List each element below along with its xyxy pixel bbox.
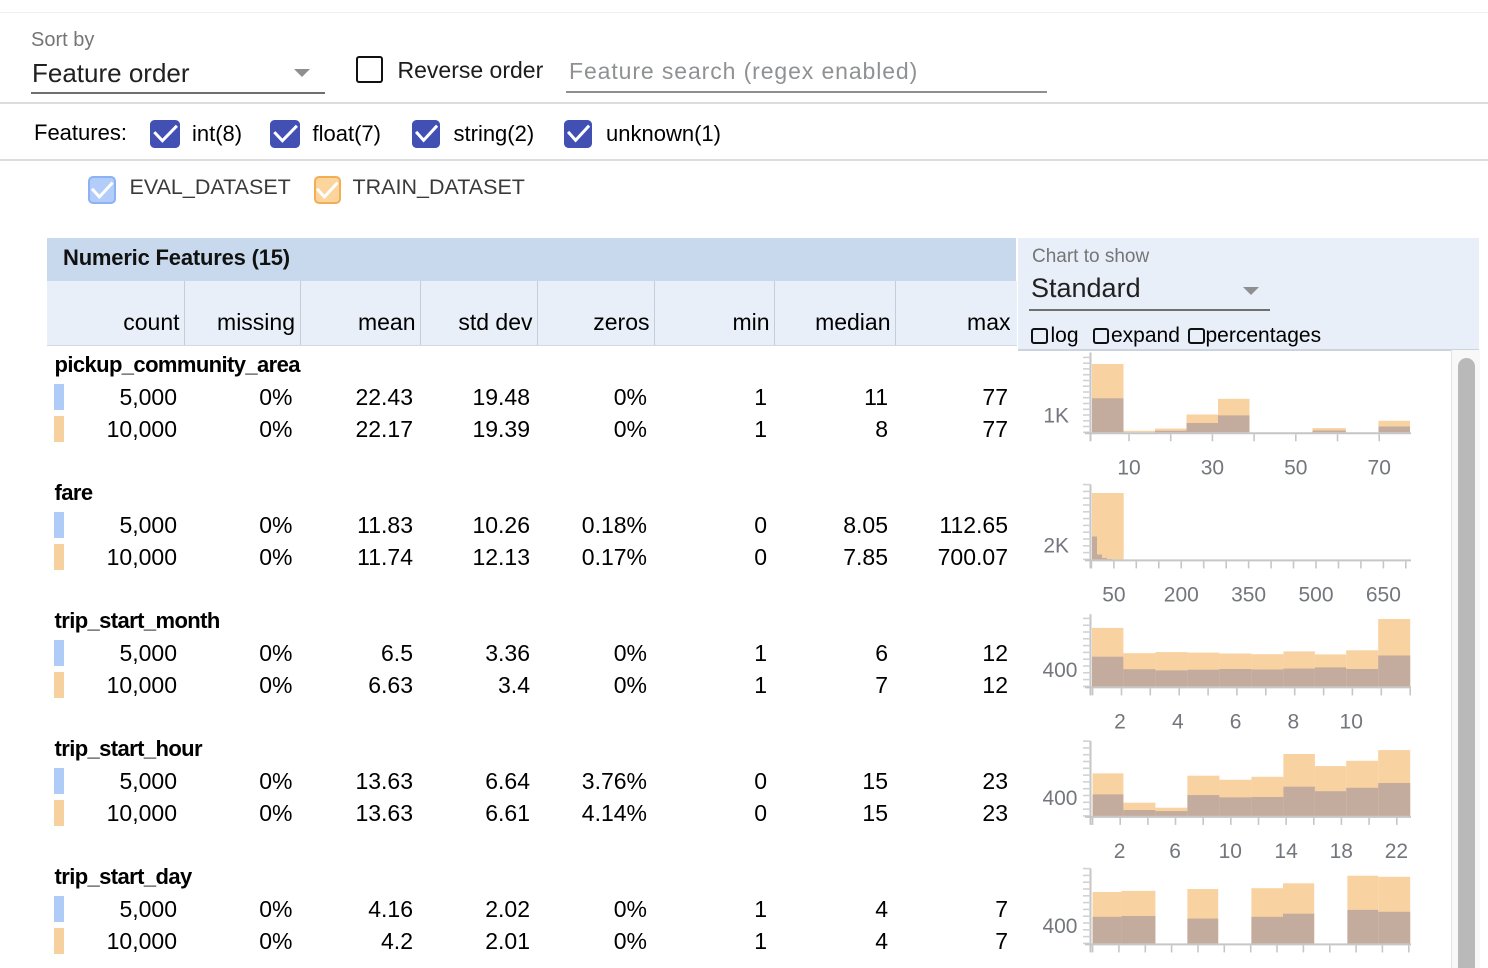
svg-text:18: 18	[1330, 840, 1353, 863]
svg-text:22: 22	[1385, 840, 1408, 863]
svg-text:2: 2	[1114, 710, 1126, 733]
svg-text:400: 400	[1042, 659, 1077, 682]
svg-text:14: 14	[1274, 840, 1298, 863]
svg-text:2: 2	[1114, 840, 1126, 863]
svg-text:400: 400	[1042, 787, 1077, 810]
svg-text:50: 50	[1102, 583, 1125, 606]
svg-text:10: 10	[1340, 710, 1363, 733]
svg-text:30: 30	[1201, 456, 1224, 479]
svg-text:10: 10	[1219, 840, 1242, 863]
svg-text:10: 10	[1117, 456, 1140, 479]
svg-text:200: 200	[1164, 583, 1199, 606]
svg-text:70: 70	[1368, 456, 1391, 479]
svg-text:350: 350	[1231, 583, 1266, 606]
svg-text:4: 4	[1172, 710, 1184, 733]
svg-text:8: 8	[1288, 710, 1300, 733]
svg-text:400: 400	[1042, 915, 1077, 938]
svg-text:1K: 1K	[1043, 405, 1069, 428]
svg-text:50: 50	[1284, 456, 1307, 479]
svg-text:2K: 2K	[1043, 535, 1069, 558]
svg-text:650: 650	[1366, 583, 1401, 606]
svg-text:500: 500	[1298, 583, 1333, 606]
svg-text:6: 6	[1169, 840, 1181, 863]
svg-text:6: 6	[1230, 710, 1242, 733]
